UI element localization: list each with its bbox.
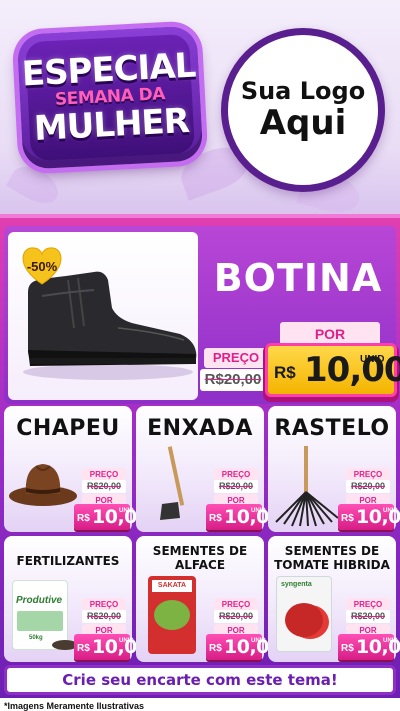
old-price: R$20,00: [346, 610, 390, 623]
offers-area: -50% BOTINA PREÇO R$20,00 POR R$ 10,00 U…: [0, 214, 400, 711]
currency-symbol: R$: [209, 513, 222, 524]
package-brand: syngenta: [281, 581, 312, 588]
new-price-tag: R$ 10,00 UNID: [338, 634, 400, 660]
currency-symbol: R$: [77, 643, 90, 654]
product-card-rastelo[interactable]: RASTELO PREÇO R$20,00 POR R$ 10,00 UNID: [268, 406, 400, 532]
tomato-seed-package-image: syngenta: [276, 576, 332, 652]
package-illustration: [285, 603, 323, 637]
product-card-sementes-alface[interactable]: SEMENTES DE ALFACE SAKATA PREÇO R$20,00 …: [136, 536, 282, 662]
discount-heart-badge: -50%: [20, 246, 64, 286]
currency-symbol: R$: [341, 643, 354, 654]
package-weight: 50kg: [29, 635, 43, 641]
price-label: PREÇO: [221, 470, 251, 479]
old-price: R$20,00: [214, 480, 258, 493]
featured-title: BOTINA: [213, 256, 383, 300]
lettuce-seed-package-image: SAKATA: [148, 576, 196, 654]
new-price-tag: R$ 10,00 UNID: [74, 504, 150, 530]
unit-label: UNID: [119, 638, 134, 644]
product-title: ENXADA: [147, 416, 253, 441]
hat-image: [9, 464, 77, 506]
new-price-tag: R$ 10,00 UNID: [268, 346, 400, 394]
currency-symbol: R$: [77, 513, 90, 524]
product-title: RASTELO: [274, 416, 390, 441]
new-price-tag: R$ 10,00 UNID: [338, 504, 400, 530]
old-price: R$20,00: [346, 480, 390, 493]
price-label: PREÇO: [89, 600, 119, 609]
unit-label: UNID: [383, 638, 398, 644]
logo-text-line2: Aqui: [259, 102, 347, 143]
new-price-tag: R$ 10,00 UNID: [74, 634, 150, 660]
badge-line-especial: ESPECIAL: [20, 45, 197, 95]
logo-placeholder[interactable]: Sua Logo Aqui: [221, 28, 385, 192]
por-label: POR: [280, 322, 380, 346]
currency-symbol: R$: [341, 513, 354, 524]
unit-label: UNID: [383, 508, 398, 514]
product-card-fertilizantes[interactable]: FERTILIZANTES Produtive 50kg PREÇO R$20,…: [4, 536, 150, 662]
badge-line-mulher: MULHER: [32, 100, 190, 149]
unit-label: UNID: [251, 638, 266, 644]
new-price-tag: R$ 10,00 UNID: [206, 634, 282, 660]
currency-symbol: R$: [209, 643, 222, 654]
price-label: PREÇO: [353, 600, 383, 609]
product-title: SEMENTES DE TOMATE HIBRIDA: [274, 544, 390, 572]
old-price: R$20,00: [200, 369, 266, 391]
hoe-image: [160, 446, 185, 520]
cta-banner[interactable]: Crie seu encarte com este tema!: [4, 665, 396, 695]
unit-label: UNID: [119, 508, 134, 514]
price-label-tag: PREÇO: [204, 348, 268, 368]
rake-image: [275, 446, 339, 527]
product-title: SEMENTES DE ALFACE: [152, 544, 248, 572]
header-banner: ESPECIAL SEMANA DA MULHER Sua Logo Aqui: [0, 0, 400, 214]
new-price-tag: R$ 10,00 UNID: [206, 504, 282, 530]
product-title: FERTILIZANTES: [16, 554, 120, 568]
product-card-chapeu[interactable]: CHAPEU PREÇO R$20,00 POR R$ 10,00 UNID: [4, 406, 150, 532]
currency-symbol: R$: [274, 363, 296, 382]
logo-text-line1: Sua Logo: [240, 77, 366, 106]
price-label: PREÇO: [212, 350, 260, 365]
package-brand: SAKATA: [152, 580, 192, 592]
unit-label: UNID: [251, 508, 266, 514]
price-label: PREÇO: [89, 470, 119, 479]
old-price: R$20,00: [82, 610, 126, 623]
product-title: CHAPEU: [16, 416, 120, 441]
unit-label: UNID: [360, 354, 385, 365]
featured-product-card[interactable]: -50% BOTINA PREÇO R$20,00 POR R$ 10,00 U…: [4, 226, 400, 404]
product-card-enxada[interactable]: ENXADA PREÇO R$20,00 POR R$ 10,00 UNID: [136, 406, 282, 532]
product-card-sementes-tomate[interactable]: SEMENTES DE TOMATE HIBRIDA syngenta PREÇ…: [268, 536, 400, 662]
old-price: R$20,00: [82, 480, 126, 493]
new-price: 10,00: [304, 350, 400, 390]
package-brand: Produtive: [16, 595, 63, 606]
package-illustration: [154, 600, 190, 630]
disclaimer-text: *Imagens Meramente Ilustrativas: [4, 701, 145, 711]
campaign-badge: ESPECIAL SEMANA DA MULHER: [16, 25, 204, 170]
price-label: PREÇO: [353, 470, 383, 479]
old-price: R$20,00: [214, 610, 258, 623]
package-illustration: [17, 611, 63, 631]
discount-label: -50%: [26, 258, 58, 274]
price-label: PREÇO: [221, 600, 251, 609]
